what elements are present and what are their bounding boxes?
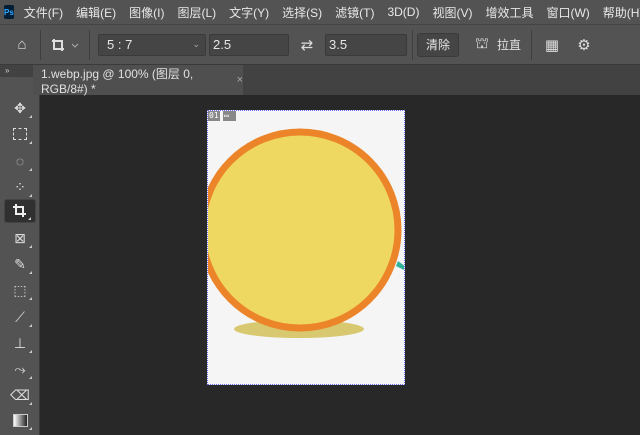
menu-file[interactable]: 文件(F) <box>24 4 63 21</box>
eyedropper-tool-icon[interactable]: ✎ <box>4 252 36 276</box>
straighten-label[interactable]: 拉直 <box>497 36 521 53</box>
gradient-tool-icon[interactable] <box>4 408 36 432</box>
menu-plugins[interactable]: 增效工具 <box>485 4 533 21</box>
options-bar: ⌂ 5 : 7 ⌄ 2.5 ⇄ 3.5 清除 ⛫ 拉直 ▦ ⚙ <box>0 24 640 65</box>
image-content <box>208 128 405 338</box>
document-tab[interactable]: 1.webp.jpg @ 100% (图层 0, RGB/8#) * × <box>33 65 243 96</box>
brush-tool-icon[interactable]: ⟋ <box>4 305 36 329</box>
history-brush-tool-icon[interactable]: ⤳ <box>4 357 36 381</box>
crop-width-input[interactable]: 2.5 <box>209 33 289 56</box>
orange-edge <box>404 141 405 331</box>
quick-select-tool-icon[interactable]: ⁘ <box>4 175 36 199</box>
swap-icon[interactable]: ⇄ <box>289 36 325 54</box>
menu-view[interactable]: 视图(V) <box>432 4 472 21</box>
chevron-down-icon: ⌄ <box>192 39 200 49</box>
ratio-value: 5 : 7 <box>107 37 133 52</box>
image-slice-icon: ▭ <box>223 111 236 121</box>
marquee-tool-icon[interactable] <box>4 122 36 146</box>
gear-icon[interactable]: ⚙ <box>568 36 600 54</box>
divider <box>412 29 413 60</box>
divider <box>531 29 533 60</box>
overlay-grid-icon[interactable]: ▦ <box>536 36 568 54</box>
document-tab-bar: 1.webp.jpg @ 100% (图层 0, RGB/8#) * × <box>33 65 640 96</box>
slice-number-badge: 01 <box>208 111 220 121</box>
home-icon[interactable]: ⌂ <box>8 36 36 53</box>
straighten-icon[interactable]: ⛫ <box>467 35 497 54</box>
menu-image[interactable]: 图像(I) <box>129 4 164 21</box>
crop-tool-preset-icon[interactable] <box>45 36 85 54</box>
menu-filter[interactable]: 滤镜(T) <box>335 4 374 21</box>
teal-shape <box>396 261 404 270</box>
menu-select[interactable]: 选择(S) <box>282 4 322 21</box>
clone-stamp-tool-icon[interactable]: ⊥ <box>4 331 36 355</box>
crop-tool-icon[interactable] <box>4 199 36 223</box>
divider <box>89 29 90 60</box>
eraser-tool-icon[interactable]: ⌫ <box>4 383 36 407</box>
clear-button[interactable]: 清除 <box>417 32 459 57</box>
move-tool-icon[interactable]: ✥ <box>4 96 36 120</box>
photoshop-logo: Ps <box>4 5 14 19</box>
close-icon[interactable]: × <box>237 74 243 86</box>
frame-tool-icon[interactable]: ⊠ <box>4 226 36 250</box>
menu-edit[interactable]: 编辑(E) <box>76 4 116 21</box>
document-tab-title: 1.webp.jpg @ 100% (图层 0, RGB/8#) * <box>41 66 194 96</box>
crop-height-input[interactable]: 3.5 <box>325 33 407 56</box>
lasso-tool-icon[interactable]: ◌ <box>4 149 36 173</box>
tools-panel: » ✥ ◌ ⁘ ⊠ ✎ ⬚ ⟋ ⊥ ⤳ ⌫ <box>0 65 40 435</box>
menu-bar: Ps 文件(F) 编辑(E) 图像(I) 图层(L) 文字(Y) 选择(S) 滤… <box>0 0 640 24</box>
menu-type[interactable]: 文字(Y) <box>229 4 269 21</box>
menu-layer[interactable]: 图层(L) <box>177 4 216 21</box>
ratio-select[interactable]: 5 : 7 ⌄ <box>98 33 206 56</box>
menu-3d[interactable]: 3D(D) <box>387 5 419 19</box>
menu-help[interactable]: 帮助(H) <box>603 4 640 21</box>
yellow-circle <box>208 128 402 332</box>
divider <box>40 29 41 60</box>
healing-brush-tool-icon[interactable]: ⬚ <box>4 278 36 302</box>
menu-window[interactable]: 窗口(W) <box>546 4 589 21</box>
document-canvas[interactable]: 01 ▭ <box>207 110 405 385</box>
